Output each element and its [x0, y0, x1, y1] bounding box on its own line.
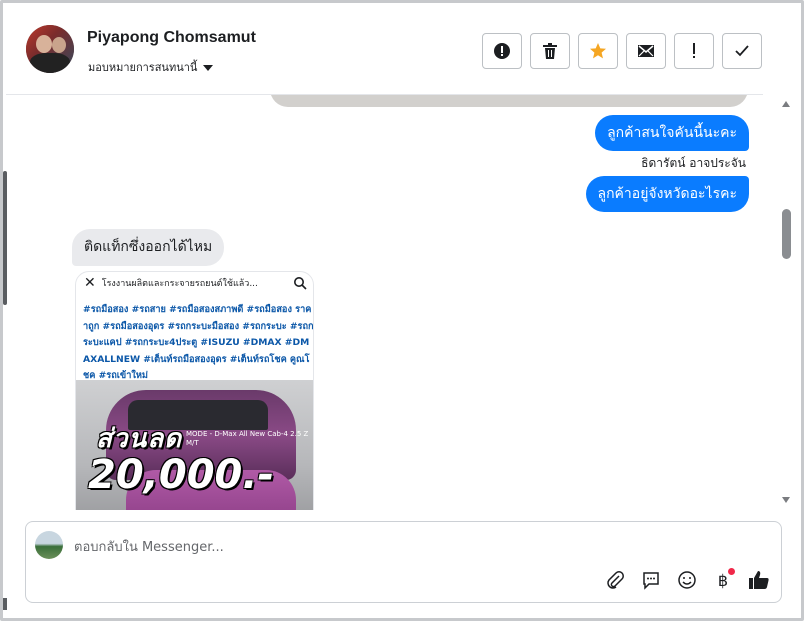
paperclip-icon	[607, 571, 624, 589]
shared-post-title: โรงงานผลิตและกระจายรถยนต์ใช้แล้ว...	[101, 279, 258, 289]
message-sender-name: ธิดารัตน์ อาจประจัน	[641, 156, 746, 170]
search-icon	[294, 277, 307, 290]
chat-bubble-icon	[643, 572, 659, 590]
follow-up-button[interactable]	[674, 33, 714, 69]
page-avatar	[35, 531, 63, 559]
previous-image-attachment[interactable]	[270, 95, 748, 107]
mark-unread-button[interactable]	[626, 33, 666, 69]
window-edge-handle-bottom[interactable]	[3, 598, 7, 610]
saved-replies-button[interactable]	[639, 568, 663, 592]
exclamation-icon	[693, 43, 695, 58]
like-button[interactable]	[747, 568, 771, 592]
scroll-down-arrow[interactable]	[782, 497, 790, 503]
reply-input[interactable]: ตอบกลับใน Messenger...	[74, 536, 224, 557]
star-icon	[590, 43, 606, 59]
shared-post-bar: ✕ โรงงานผลิตและกระจายรถยนต์ใช้แล้ว...	[76, 272, 313, 294]
photo-overlay-price: 20,000.-	[88, 452, 275, 498]
chevron-down-icon	[203, 64, 214, 71]
photo-overlay-caption: MODE - D-Max All New Cab-4 2.5 Z M/T	[186, 430, 309, 447]
mark-done-button[interactable]	[722, 33, 762, 69]
close-icon: ✕	[84, 275, 96, 291]
shared-post-card[interactable]: ✕ โรงงานผลิตและกระจายรถยนต์ใช้แล้ว... #ร…	[75, 271, 314, 510]
scrollbar-thumb[interactable]	[782, 209, 791, 259]
shared-post-photo: ส่วนลด 20,000.- MODE - D-Max All New Cab…	[76, 380, 313, 510]
contact-avatar[interactable]	[26, 25, 74, 73]
scroll-up-arrow[interactable]	[782, 101, 790, 107]
outgoing-message[interactable]: ลูกค้าสนใจคันนี้นะคะ	[595, 115, 749, 151]
alert-circle-icon	[494, 43, 510, 59]
messenger-conversation-window: Piyapong Chomsamut มอบหมายการสนทนานี้ ลู…	[0, 0, 804, 621]
mail-icon	[638, 45, 654, 57]
star-button[interactable]	[578, 33, 618, 69]
assign-label: มอบหมายการสนทนานี้	[88, 61, 198, 74]
check-icon	[735, 45, 749, 57]
photo-overlay-text: ส่วนลด	[96, 424, 183, 454]
smile-icon	[678, 571, 696, 589]
delete-button[interactable]	[530, 33, 570, 69]
mark-spam-button[interactable]	[482, 33, 522, 69]
composer-tools: ฿	[603, 568, 771, 592]
incoming-message[interactable]: ติดแท็กซึ่งออกได้ไหม	[72, 229, 225, 266]
conversation-actions	[482, 33, 762, 69]
attach-button[interactable]	[603, 568, 627, 592]
emoji-button[interactable]	[675, 568, 699, 592]
message-thread[interactable]: ลูกค้าสนใจคันนี้นะคะ ธิดารัตน์ อาจประจัน…	[6, 95, 781, 510]
baht-icon: ฿	[717, 570, 729, 590]
notification-dot	[728, 568, 735, 575]
payment-button[interactable]: ฿	[711, 568, 735, 592]
message-composer: ตอบกลับใน Messenger... ฿	[25, 521, 782, 603]
thumbs-up-icon	[749, 571, 769, 589]
outgoing-message[interactable]: ลูกค้าอยู่จังหวัดอะไรคะ	[585, 176, 749, 212]
trash-icon	[543, 43, 557, 59]
assign-conversation-dropdown[interactable]: มอบหมายการสนทนานี้	[88, 58, 214, 76]
shared-post-hashtags: #รถมือสอง #รถสาย #รถมือสองสภาพดี #รถมือส…	[83, 304, 314, 381]
contact-name[interactable]: Piyapong Chomsamut	[87, 29, 256, 47]
conversation-header: Piyapong Chomsamut มอบหมายการสนทนานี้	[6, 6, 763, 95]
